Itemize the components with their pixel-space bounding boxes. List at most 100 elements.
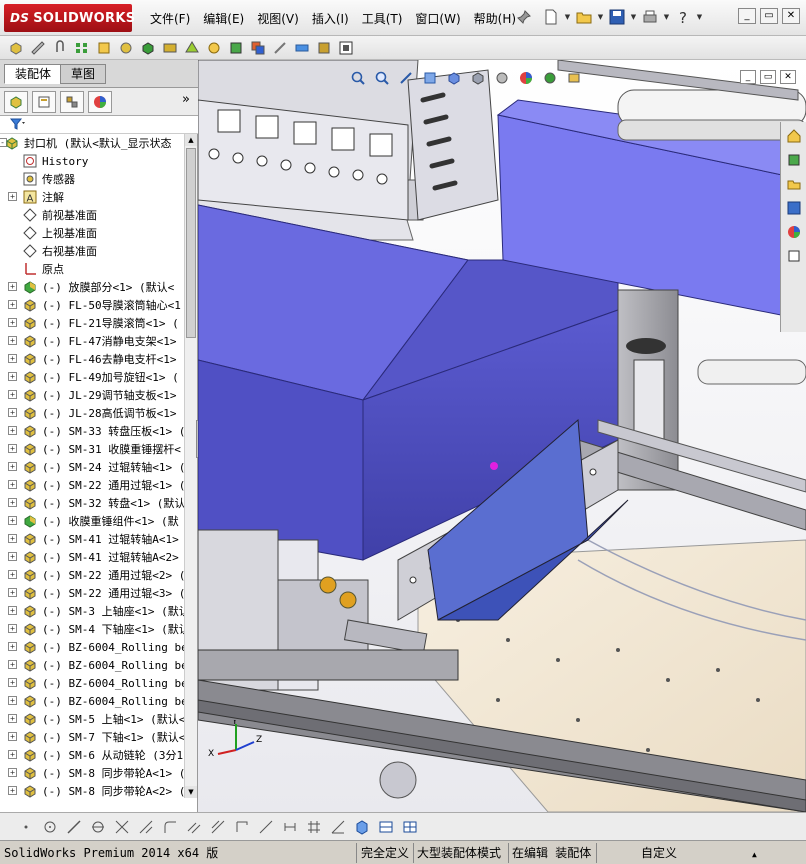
expand-icon[interactable]: + [8, 660, 17, 669]
tree-item[interactable]: 上视基准面 [0, 224, 184, 242]
expand-icon[interactable]: + [8, 516, 17, 525]
restore-icon[interactable]: ▭ [760, 8, 778, 24]
section-view-icon[interactable] [420, 68, 440, 88]
tree-item[interactable]: + (-) 收膜重锤组件<1> (默 [0, 512, 184, 530]
tree-item[interactable]: + (-) SM-3 上轴座<1> (默认 [0, 602, 184, 620]
open-dropdown-icon[interactable]: ▼ [597, 6, 604, 28]
tree-item[interactable]: + (-) SM-22 通用过辊<1> ( [0, 476, 184, 494]
expand-icon[interactable]: + [8, 678, 17, 687]
tree-item[interactable]: + (-) SM-6 从动链轮 (3分1 [0, 746, 184, 764]
tree-item[interactable]: + A 注解 [0, 188, 184, 206]
tree-item[interactable]: 前视基准面 [0, 206, 184, 224]
expand-icon[interactable]: + [8, 390, 17, 399]
expand-icon[interactable]: + [8, 534, 17, 543]
pin-icon[interactable] [516, 9, 532, 25]
edit-appearance-icon[interactable] [516, 68, 536, 88]
dimension-icon[interactable] [280, 817, 300, 837]
tree-item[interactable]: History [0, 152, 184, 170]
open-folder-icon[interactable] [573, 6, 595, 28]
extend-icon[interactable] [136, 817, 156, 837]
scroll-up-icon[interactable]: ▲ [185, 134, 197, 146]
tree-item[interactable]: + (-) SM-32 转盘<1> (默认 [0, 494, 184, 512]
viewport-close-icon[interactable]: ✕ [780, 70, 796, 84]
menu-tools[interactable]: 工具(T) [362, 10, 403, 27]
expand-icon[interactable]: + [8, 732, 17, 741]
expand-icon[interactable]: + [8, 354, 17, 363]
tile-view-icon[interactable] [400, 817, 420, 837]
tree-scrollbar[interactable]: ▲ ▼ [184, 134, 197, 798]
display-style-icon[interactable] [468, 68, 488, 88]
smart-fasteners-icon[interactable] [94, 38, 114, 58]
configuration-manager-icon[interactable] [60, 90, 84, 113]
help-icon[interactable]: ? [672, 6, 694, 28]
expand-icon[interactable]: + [8, 714, 17, 723]
tree-item[interactable]: 原点 [0, 260, 184, 278]
hide-show-items-icon[interactable] [492, 68, 512, 88]
save-dropdown-icon[interactable]: ▼ [630, 6, 637, 28]
help-dropdown-icon[interactable]: ▼ [696, 6, 703, 28]
tree-item[interactable]: + (-) JL-29调节轴支板<1> [0, 386, 184, 404]
apply-scene-icon[interactable] [540, 68, 560, 88]
new-document-icon[interactable] [540, 6, 562, 28]
solidworks-logo[interactable]: DS SOLIDWORKS [4, 4, 135, 32]
expand-icon[interactable]: + [8, 768, 17, 777]
expand-icon[interactable]: + [8, 282, 17, 291]
tree-item[interactable]: + (-) SM-22 通用过辊<2> ( [0, 566, 184, 584]
previous-view-icon[interactable] [396, 68, 416, 88]
tree-item[interactable]: + (-) SM-5 上轴<1> (默认< [0, 710, 184, 728]
expand-icon[interactable]: + [8, 300, 17, 309]
print-icon[interactable] [639, 6, 661, 28]
hole-alignment-icon[interactable] [292, 38, 312, 58]
tree-item[interactable]: - 封口机 (默认<默认_显示状态 [0, 134, 184, 152]
tree-item[interactable]: + (-) BZ-6004_Rolling bea [0, 656, 184, 674]
tree-item[interactable]: + (-) SM-8 同步带轮A<2> ( [0, 782, 184, 798]
expand-icon[interactable]: + [8, 408, 17, 417]
tab-assembly[interactable]: 装配体 [4, 64, 63, 84]
assembly-features-icon[interactable] [160, 38, 180, 58]
print-dropdown-icon[interactable]: ▼ [663, 6, 670, 28]
tree-item[interactable]: + (-) SM-8 同步带轮A<1> ( [0, 764, 184, 782]
tree-item[interactable]: + (-) SM-22 通用过辊<3> ( [0, 584, 184, 602]
expand-icon[interactable]: + [8, 426, 17, 435]
bill-of-materials-icon[interactable] [204, 38, 224, 58]
move-component-icon[interactable] [116, 38, 136, 58]
tree-item[interactable]: + (-) FL-46去静电支杆<1> [0, 350, 184, 368]
status-custom-units[interactable]: 自定义 [641, 845, 677, 861]
expand-icon[interactable]: + [8, 570, 17, 579]
new-dropdown-icon[interactable]: ▼ [564, 6, 571, 28]
layout-view-icon[interactable] [376, 817, 396, 837]
expand-icon[interactable]: + [8, 498, 17, 507]
circle-icon[interactable] [40, 817, 60, 837]
zoom-area-icon[interactable] [372, 68, 392, 88]
expand-icon[interactable]: + [8, 606, 17, 615]
menu-edit[interactable]: 编辑(E) [203, 10, 244, 27]
scroll-thumb[interactable] [186, 148, 196, 338]
panel-more-button[interactable]: » [182, 92, 190, 107]
linear-pattern-icon[interactable] [72, 38, 92, 58]
tree-item[interactable]: 右视基准面 [0, 242, 184, 260]
corner-rectangle-icon[interactable] [232, 817, 252, 837]
reference-geometry-icon[interactable] [182, 38, 202, 58]
grid-icon[interactable] [304, 817, 324, 837]
insert-component-icon[interactable] [6, 38, 26, 58]
tree-item[interactable]: + (-) FL-49加号旋钮<1> ( [0, 368, 184, 386]
expand-icon[interactable]: + [8, 192, 17, 201]
sketch-fillet-icon[interactable] [160, 817, 180, 837]
offset-entities-icon[interactable] [184, 817, 204, 837]
custom-properties-icon[interactable] [784, 246, 804, 266]
expand-icon[interactable]: + [8, 372, 17, 381]
mate-icon[interactable] [28, 38, 48, 58]
expand-icon[interactable]: + [8, 444, 17, 453]
menu-file[interactable]: 文件(F) [150, 10, 190, 27]
minimize-icon[interactable]: _ [738, 8, 756, 24]
expand-icon[interactable]: + [8, 336, 17, 345]
property-manager-icon[interactable] [32, 90, 56, 113]
angle-icon[interactable] [328, 817, 348, 837]
zoom-to-fit-icon[interactable] [348, 68, 368, 88]
file-explorer-icon[interactable] [784, 174, 804, 194]
menu-help[interactable]: 帮助(H) [474, 10, 516, 27]
expand-icon[interactable]: + [8, 750, 17, 759]
menu-insert[interactable]: 插入(I) [312, 10, 349, 27]
tab-sketch[interactable]: 草图 [60, 64, 107, 84]
expand-icon[interactable]: + [8, 318, 17, 327]
